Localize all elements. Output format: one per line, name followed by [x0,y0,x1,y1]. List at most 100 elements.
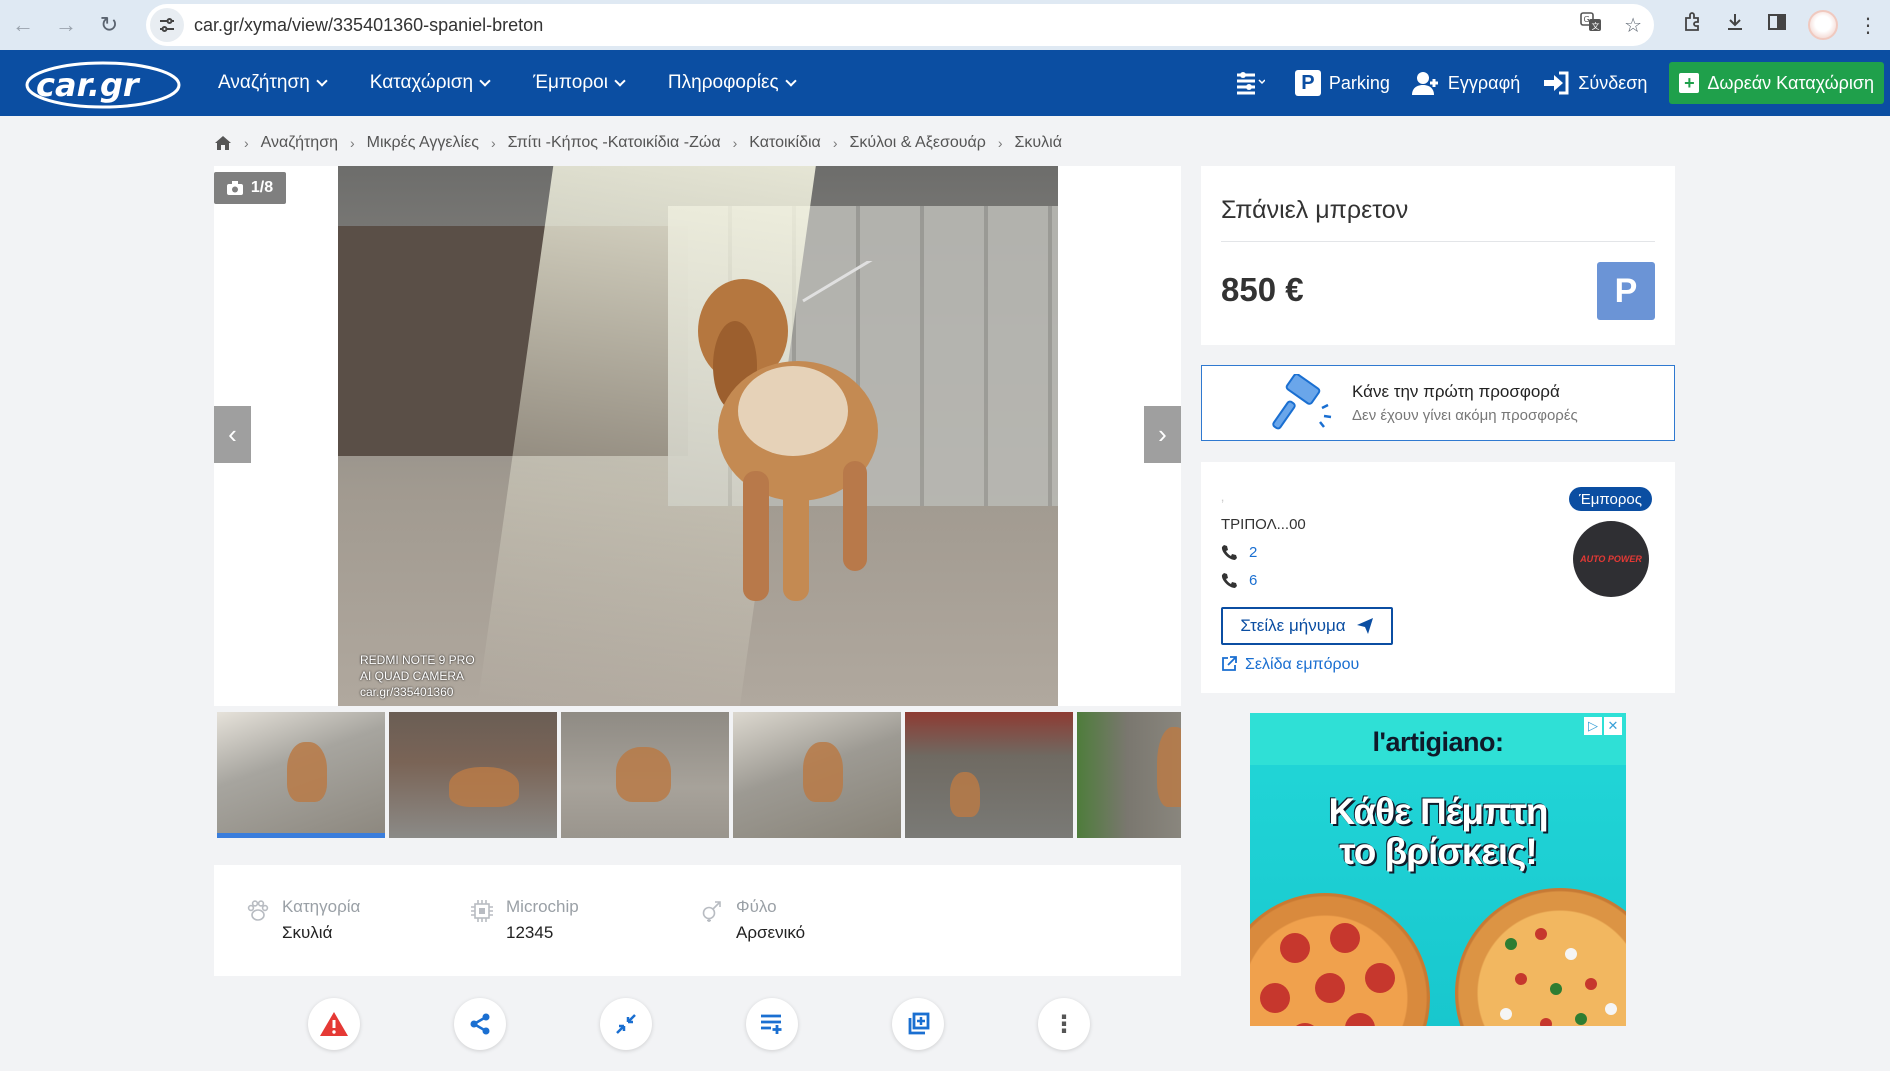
dealer-card: ‚ ΤΡΙΠΟΛ...00 2 6 Στείλε μήνυμα Σελίδα ε… [1201,462,1675,693]
add-to-list-button[interactable] [746,998,798,1050]
paw-icon [246,899,270,923]
download-icon[interactable] [1724,11,1746,39]
breadcrumb-item[interactable]: Κατοικίδια [749,134,821,152]
park-listing-button[interactable]: P [1597,262,1655,320]
dealer-name-redacted: ‚ [1221,488,1225,504]
attribute-category: Κατηγορία Σκυλιά [246,897,360,943]
svg-text:car.gr: car.gr [36,66,141,104]
attribute-gender: Φύλο Αρσενικό [700,897,805,943]
make-offer-card[interactable]: Κάνε την πρώτη προσφορά Δεν έχουν γίνει … [1201,365,1675,441]
side-panel-icon[interactable] [1766,11,1788,39]
chevron-left-icon: ‹ [228,419,237,449]
login-link[interactable]: Σύνδεση [1542,71,1647,95]
ad-close-icon[interactable]: ✕ [1604,717,1622,735]
breadcrumb-item[interactable]: Μικρές Αγγελίες [367,134,479,152]
more-options-button[interactable]: ⋮ [1038,998,1090,1050]
translate-icon[interactable]: 文G [1580,11,1602,39]
chevron-right-icon: › [732,135,738,151]
dealer-logo[interactable]: AUTO POWER [1573,521,1649,597]
dealer-phone-1[interactable]: 2 [1221,544,1257,564]
gender-icon [700,899,724,923]
ad-choices-icon[interactable]: ▷ [1584,717,1602,735]
browser-menu-icon[interactable]: ⋮ [1858,13,1878,38]
phone-icon [1221,572,1237,592]
breadcrumb-item[interactable]: Σκύλοι & Αξεσουάρ [849,134,985,152]
svg-text:文: 文 [1592,21,1600,31]
thumbnail[interactable] [733,712,901,838]
playlist-add-icon [761,1014,782,1034]
breadcrumb: › Αναζήτηση › Μικρές Αγγελίες › Σπίτι -Κ… [214,132,1062,154]
home-icon[interactable] [214,135,232,151]
site-info-icon[interactable] [150,8,184,42]
back-icon[interactable]: ← [3,5,43,45]
add-user-icon [1411,72,1438,95]
thumbnail[interactable] [389,712,557,838]
main-photo[interactable]: REDMI NOTE 9 PRO AI QUAD CAMERA car.gr/3… [338,166,1058,706]
chevron-right-icon: › [997,135,1003,151]
site-header: car.gr Αναζήτηση Καταχώριση Έμποροι Πληρ… [0,50,1890,116]
compress-icon [616,1014,636,1034]
chevron-right-icon: › [490,135,496,151]
chevron-down-icon [316,75,328,87]
phone-icon [1221,544,1237,564]
ad-brand: l'artigiano: [1372,727,1504,757]
extensions-icon[interactable] [1682,11,1704,39]
dog-photo-subject [698,261,878,601]
parking-link[interactable]: P Parking [1294,70,1390,96]
listing-title: Σπάνιελ μπρετον [1221,196,1409,224]
thumbnail[interactable] [217,712,385,838]
reload-icon[interactable]: ↻ [89,5,129,45]
menu-search[interactable]: Αναζήτηση [218,72,328,94]
send-message-button[interactable]: Στείλε μήνυμα [1221,607,1393,645]
chip-icon [470,899,494,923]
svg-text:G: G [1584,15,1590,24]
menu-listing[interactable]: Καταχώριση [370,72,491,94]
dealer-city: ΤΡΙΠΟΛ...00 [1221,516,1306,533]
breadcrumb-item[interactable]: Σκυλιά [1015,134,1062,152]
paper-plane-icon [1356,618,1373,634]
thumbnail[interactable] [561,712,729,838]
compare-button[interactable] [1235,71,1265,95]
next-photo-button[interactable]: › [1144,406,1181,463]
address-bar[interactable]: car.gr/xyma/view/335401360-spaniel-breto… [146,4,1654,46]
register-link[interactable]: Εγγραφή [1411,71,1520,95]
breadcrumb-item[interactable]: Σπίτι -Κήπος -Κατοικίδια -Ζώα [508,134,721,152]
compare-add-button[interactable] [892,998,944,1050]
menu-info[interactable]: Πληροφορίες [668,72,797,94]
ad-headline-2: το βρίσκεις! [1339,831,1537,872]
menu-dealers[interactable]: Έμποροι [533,72,626,94]
car-gr-logo[interactable]: car.gr [24,58,182,110]
dealer-badge: Έμπορος [1569,487,1652,511]
chevron-right-icon: › [1158,419,1167,449]
chevron-right-icon: › [349,135,355,151]
profile-avatar[interactable] [1808,10,1838,40]
main-menu: Αναζήτηση Καταχώριση Έμποροι Πληροφορίες [218,50,839,116]
camera-icon [226,181,243,195]
listing-actions: ⋮ [308,998,1090,1050]
chevron-down-icon [784,75,797,87]
plus-square-icon: + [1679,73,1700,93]
bookmark-star-icon[interactable]: ☆ [1624,13,1642,38]
share-button[interactable] [454,998,506,1050]
chevron-right-icon: › [832,135,838,151]
divider [1221,241,1655,242]
thumbnail[interactable] [1077,712,1181,838]
pizza-image [1250,893,1430,1026]
breadcrumb-item[interactable]: Αναζήτηση [261,134,338,152]
free-listing-button[interactable]: + Δωρεάν Καταχώριση [1669,62,1884,104]
listing-attributes: Κατηγορία Σκυλιά Microchip 12345 Φύλο Αρ… [214,865,1181,976]
photo-counter: 1/8 [214,172,286,204]
thumbnail[interactable] [905,712,1073,838]
advertisement[interactable]: l'artigiano: Κάθε Πέμπτη το βρίσκεις! ▷ … [1250,713,1626,1026]
offer-subtitle: Δεν έχουν γίνει ακόμη προσφορές [1352,407,1578,424]
add-compare-icon [908,1012,930,1035]
prev-photo-button[interactable]: ‹ [214,406,251,463]
compare-icon [1236,72,1265,95]
collapse-button[interactable] [600,998,652,1050]
browser-toolbar: ← → ↻ car.gr/xyma/view/335401360-spaniel… [0,0,1890,50]
forward-icon[interactable]: → [46,5,86,45]
dealer-phone-2[interactable]: 6 [1221,572,1257,592]
dealer-page-link[interactable]: Σελίδα εμπόρου [1221,656,1359,674]
report-button[interactable] [308,998,360,1050]
ad-controls: ▷ ✕ [1584,717,1622,735]
